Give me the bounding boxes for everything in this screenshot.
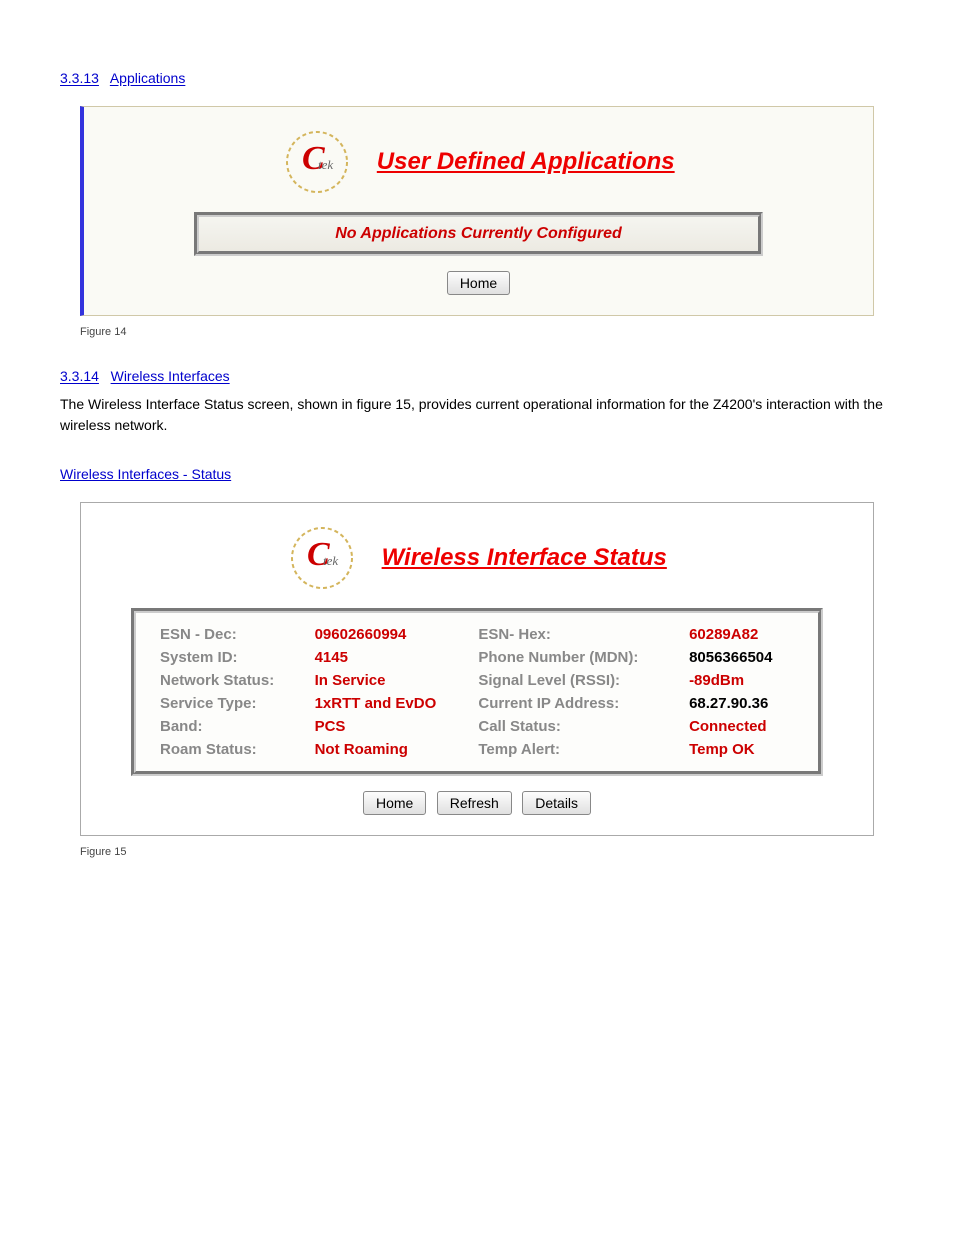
field-value: PCS [309, 715, 473, 738]
panel-header: C tek Wireless Interface Status [111, 523, 843, 593]
field-label: Temp Alert: [472, 738, 683, 761]
table-row: Network Status:In ServiceSignal Level (R… [154, 669, 800, 692]
table-row: System ID:4145Phone Number (MDN):8056366… [154, 646, 800, 669]
field-value: Not Roaming [309, 738, 473, 761]
svg-text:tek: tek [323, 553, 338, 568]
field-label: System ID: [154, 646, 309, 669]
field-label: Current IP Address: [472, 692, 683, 715]
button-row: Home Refresh Details [111, 791, 843, 815]
description-paragraph: The Wireless Interface Status screen, sh… [60, 394, 894, 436]
section-num: 3.3.13 [60, 70, 99, 86]
section-title: Applications [110, 70, 186, 86]
table-row: Band:PCSCall Status:Connected [154, 715, 800, 738]
no-apps-message: No Applications Currently Configured [335, 225, 622, 242]
figure-caption-14: Figure 14 [80, 326, 894, 338]
svg-text:tek: tek [318, 157, 333, 172]
table-row: Service Type:1xRTT and EvDOCurrent IP Ad… [154, 692, 800, 715]
field-value: In Service [309, 669, 473, 692]
field-value: 09602660994 [309, 623, 473, 646]
message-box: No Applications Currently Configured [194, 212, 763, 256]
ctek-logo: C tek [287, 523, 357, 593]
ctek-logo: C tek [282, 127, 352, 197]
applications-panel: C tek User Defined Applications No Appli… [80, 106, 874, 316]
panel-title: User Defined Applications [377, 148, 675, 176]
section-heading-applications: 3.3.13 Applications [60, 70, 894, 86]
panel-title: Wireless Interface Status [382, 544, 667, 572]
field-value: -89dBm [683, 669, 800, 692]
field-value: 60289A82 [683, 623, 800, 646]
field-label: Band: [154, 715, 309, 738]
details-button[interactable]: Details [522, 791, 591, 815]
home-button[interactable]: Home [447, 271, 510, 295]
panel-header: C tek User Defined Applications [104, 127, 853, 197]
subheading-wireless-status: Wireless Interfaces - Status [60, 466, 894, 482]
field-label: Service Type: [154, 692, 309, 715]
field-label: Roam Status: [154, 738, 309, 761]
table-row: ESN - Dec:09602660994ESN- Hex:60289A82 [154, 623, 800, 646]
home-button[interactable]: Home [363, 791, 426, 815]
table-row: Roam Status:Not RoamingTemp Alert:Temp O… [154, 738, 800, 761]
field-label: Signal Level (RSSI): [472, 669, 683, 692]
field-value: 68.27.90.36 [683, 692, 800, 715]
figure-caption-15: Figure 15 [80, 846, 894, 858]
field-label: Network Status: [154, 669, 309, 692]
field-value: 1xRTT and EvDO [309, 692, 473, 715]
field-label: Phone Number (MDN): [472, 646, 683, 669]
field-value: Temp OK [683, 738, 800, 761]
field-value: Connected [683, 715, 800, 738]
refresh-button[interactable]: Refresh [437, 791, 512, 815]
section-num: 3.3.14 [60, 368, 99, 384]
section-heading-wireless: 3.3.14 Wireless Interfaces [60, 368, 894, 384]
field-value: 8056366504 [683, 646, 800, 669]
field-label: ESN - Dec: [154, 623, 309, 646]
button-row: Home [104, 271, 853, 295]
field-label: ESN- Hex: [472, 623, 683, 646]
wireless-status-panel: C tek Wireless Interface Status ESN - De… [80, 502, 874, 836]
field-value: 4145 [309, 646, 473, 669]
section-title: Wireless Interfaces [111, 368, 230, 384]
field-label: Call Status: [472, 715, 683, 738]
status-table: ESN - Dec:09602660994ESN- Hex:60289A82Sy… [131, 608, 823, 776]
